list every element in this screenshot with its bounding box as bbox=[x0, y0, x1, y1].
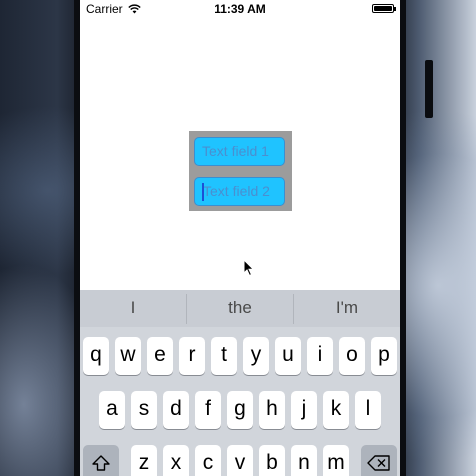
text-field-1-placeholder: Text field 1 bbox=[202, 143, 269, 159]
key-f[interactable]: f bbox=[195, 391, 221, 429]
device-screen: Carrier 11:39 AM Text field 1 Text field… bbox=[80, 0, 400, 476]
key-s[interactable]: s bbox=[131, 391, 157, 429]
key-h[interactable]: h bbox=[259, 391, 285, 429]
key-j[interactable]: j bbox=[291, 391, 317, 429]
text-field-2-placeholder: Text field 2 bbox=[203, 183, 270, 199]
key-l[interactable]: l bbox=[355, 391, 381, 429]
prediction-1[interactable]: I bbox=[80, 290, 186, 327]
prediction-3[interactable]: I'm bbox=[294, 290, 400, 327]
prediction-2[interactable]: the bbox=[187, 290, 293, 327]
key-m[interactable]: m bbox=[323, 445, 349, 476]
shift-icon bbox=[92, 455, 110, 471]
key-c[interactable]: c bbox=[195, 445, 221, 476]
key-y[interactable]: y bbox=[243, 337, 269, 375]
text-caret bbox=[202, 183, 204, 201]
keyboard: I the I'm q w e r t y u i o p a s d f g … bbox=[80, 290, 400, 476]
key-g[interactable]: g bbox=[227, 391, 253, 429]
key-z[interactable]: z bbox=[131, 445, 157, 476]
key-u[interactable]: u bbox=[275, 337, 301, 375]
key-i[interactable]: i bbox=[307, 337, 333, 375]
text-field-1[interactable]: Text field 1 bbox=[194, 137, 285, 166]
mouse-pointer-icon bbox=[243, 259, 255, 277]
delete-key[interactable] bbox=[361, 445, 397, 476]
battery-icon bbox=[372, 4, 396, 13]
status-bar: Carrier 11:39 AM bbox=[80, 0, 400, 18]
device-frame-right bbox=[400, 0, 406, 476]
predictive-bar: I the I'm bbox=[80, 290, 400, 327]
key-d[interactable]: d bbox=[163, 391, 189, 429]
key-k[interactable]: k bbox=[323, 391, 349, 429]
key-w[interactable]: w bbox=[115, 337, 141, 375]
key-q[interactable]: q bbox=[83, 337, 109, 375]
key-o[interactable]: o bbox=[339, 337, 365, 375]
key-n[interactable]: n bbox=[291, 445, 317, 476]
key-x[interactable]: x bbox=[163, 445, 189, 476]
key-v[interactable]: v bbox=[227, 445, 253, 476]
delete-icon bbox=[367, 455, 390, 471]
text-field-2[interactable]: Text field 2 bbox=[194, 177, 285, 206]
shift-key[interactable] bbox=[83, 445, 119, 476]
key-a[interactable]: a bbox=[99, 391, 125, 429]
status-time: 11:39 AM bbox=[214, 2, 266, 16]
key-p[interactable]: p bbox=[371, 337, 397, 375]
text-field-container: Text field 1 Text field 2 bbox=[189, 131, 292, 211]
key-t[interactable]: t bbox=[211, 337, 237, 375]
key-r[interactable]: r bbox=[179, 337, 205, 375]
key-e[interactable]: e bbox=[147, 337, 173, 375]
key-b[interactable]: b bbox=[259, 445, 285, 476]
device-side-button bbox=[425, 60, 433, 118]
